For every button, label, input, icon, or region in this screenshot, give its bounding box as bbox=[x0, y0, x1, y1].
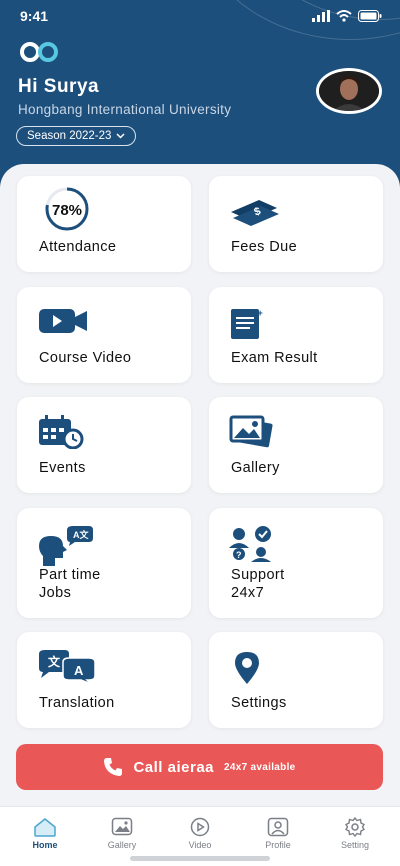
signal-icon bbox=[312, 10, 330, 22]
progress-ring-icon: 78% bbox=[45, 187, 89, 231]
card-events[interactable]: Events bbox=[17, 397, 191, 493]
tab-profile[interactable]: Profile bbox=[248, 817, 308, 850]
card-fees-due[interactable]: $ Fees Due bbox=[209, 176, 383, 272]
phone-icon bbox=[104, 758, 123, 776]
svg-text:?: ? bbox=[236, 550, 242, 560]
tab-label: Gallery bbox=[107, 840, 137, 850]
play-circle-icon bbox=[190, 817, 210, 837]
card-part-time-jobs[interactable]: A文 Part time Jobs bbox=[17, 508, 191, 618]
call-aieraa-button[interactable]: Call aieraa 24x7 available bbox=[16, 744, 383, 790]
svg-text:A: A bbox=[74, 663, 84, 678]
greeting-title: Hi Surya bbox=[18, 76, 100, 97]
tab-label: Profile bbox=[265, 840, 291, 850]
gallery-icon bbox=[111, 817, 133, 836]
card-label: Exam Result bbox=[231, 350, 318, 366]
call-label: Call aieraa bbox=[133, 758, 215, 776]
tab-home[interactable]: Home bbox=[15, 817, 75, 850]
home-indicator bbox=[130, 856, 270, 861]
wifi-icon bbox=[336, 10, 352, 22]
call-sublabel: 24x7 available bbox=[224, 761, 296, 773]
avatar-photo bbox=[319, 71, 379, 111]
university-name: Hongbang International University bbox=[18, 102, 232, 117]
tab-video[interactable]: Video bbox=[170, 817, 230, 850]
card-label: Attendance bbox=[39, 239, 117, 255]
calendar-clock-icon bbox=[39, 415, 84, 449]
tab-label: Video bbox=[188, 840, 212, 850]
season-selector[interactable]: Season 2022-23 bbox=[16, 126, 137, 146]
chevron-down-icon bbox=[116, 133, 125, 139]
speaking-head-icon: A文 bbox=[39, 526, 93, 566]
card-label: Translation bbox=[39, 695, 115, 711]
card-label: Part time Jobs bbox=[39, 567, 101, 601]
profile-icon bbox=[267, 817, 289, 837]
card-label: Course Video bbox=[39, 350, 132, 366]
card-course-video[interactable]: Course Video bbox=[17, 287, 191, 383]
battery-icon bbox=[358, 10, 382, 22]
video-camera-icon bbox=[39, 309, 87, 333]
photos-icon bbox=[229, 415, 273, 448]
translate-icon: 文 A bbox=[39, 650, 96, 684]
tab-gallery[interactable]: Gallery bbox=[92, 817, 152, 850]
card-attendance[interactable]: 78% Attendance bbox=[17, 176, 191, 272]
card-label: Settings bbox=[231, 695, 287, 711]
card-label: Gallery bbox=[231, 460, 280, 476]
attendance-percent: 78% bbox=[52, 202, 82, 219]
avatar[interactable] bbox=[316, 68, 382, 114]
gear-icon bbox=[345, 817, 365, 837]
card-gallery[interactable]: Gallery bbox=[209, 397, 383, 493]
card-exam-result[interactable]: A+ Exam Result bbox=[209, 287, 383, 383]
card-label: Events bbox=[39, 460, 86, 476]
tab-label: Setting bbox=[340, 840, 370, 850]
status-time: 9:41 bbox=[20, 8, 49, 24]
svg-text:A文: A文 bbox=[73, 529, 89, 540]
location-pin-icon bbox=[235, 652, 259, 684]
svg-text:文: 文 bbox=[48, 654, 61, 669]
support-people-icon: ? bbox=[229, 526, 271, 562]
money-icon: $ bbox=[231, 200, 279, 226]
exam-paper-icon: A+ bbox=[231, 308, 263, 339]
app-logo-icon bbox=[20, 42, 58, 62]
card-translation[interactable]: 文 A Translation bbox=[17, 632, 191, 728]
tab-setting[interactable]: Setting bbox=[325, 817, 385, 850]
card-label: Support 24x7 bbox=[231, 567, 285, 601]
season-label: Season 2022-23 bbox=[27, 130, 112, 142]
tab-label: Home bbox=[32, 840, 58, 850]
home-icon bbox=[34, 818, 56, 837]
card-support[interactable]: ? Support 24x7 bbox=[209, 508, 383, 618]
card-settings[interactable]: Settings bbox=[209, 632, 383, 728]
svg-text:A+: A+ bbox=[251, 308, 263, 318]
card-label: Fees Due bbox=[231, 239, 298, 255]
status-bar: 9:41 bbox=[0, 6, 400, 28]
